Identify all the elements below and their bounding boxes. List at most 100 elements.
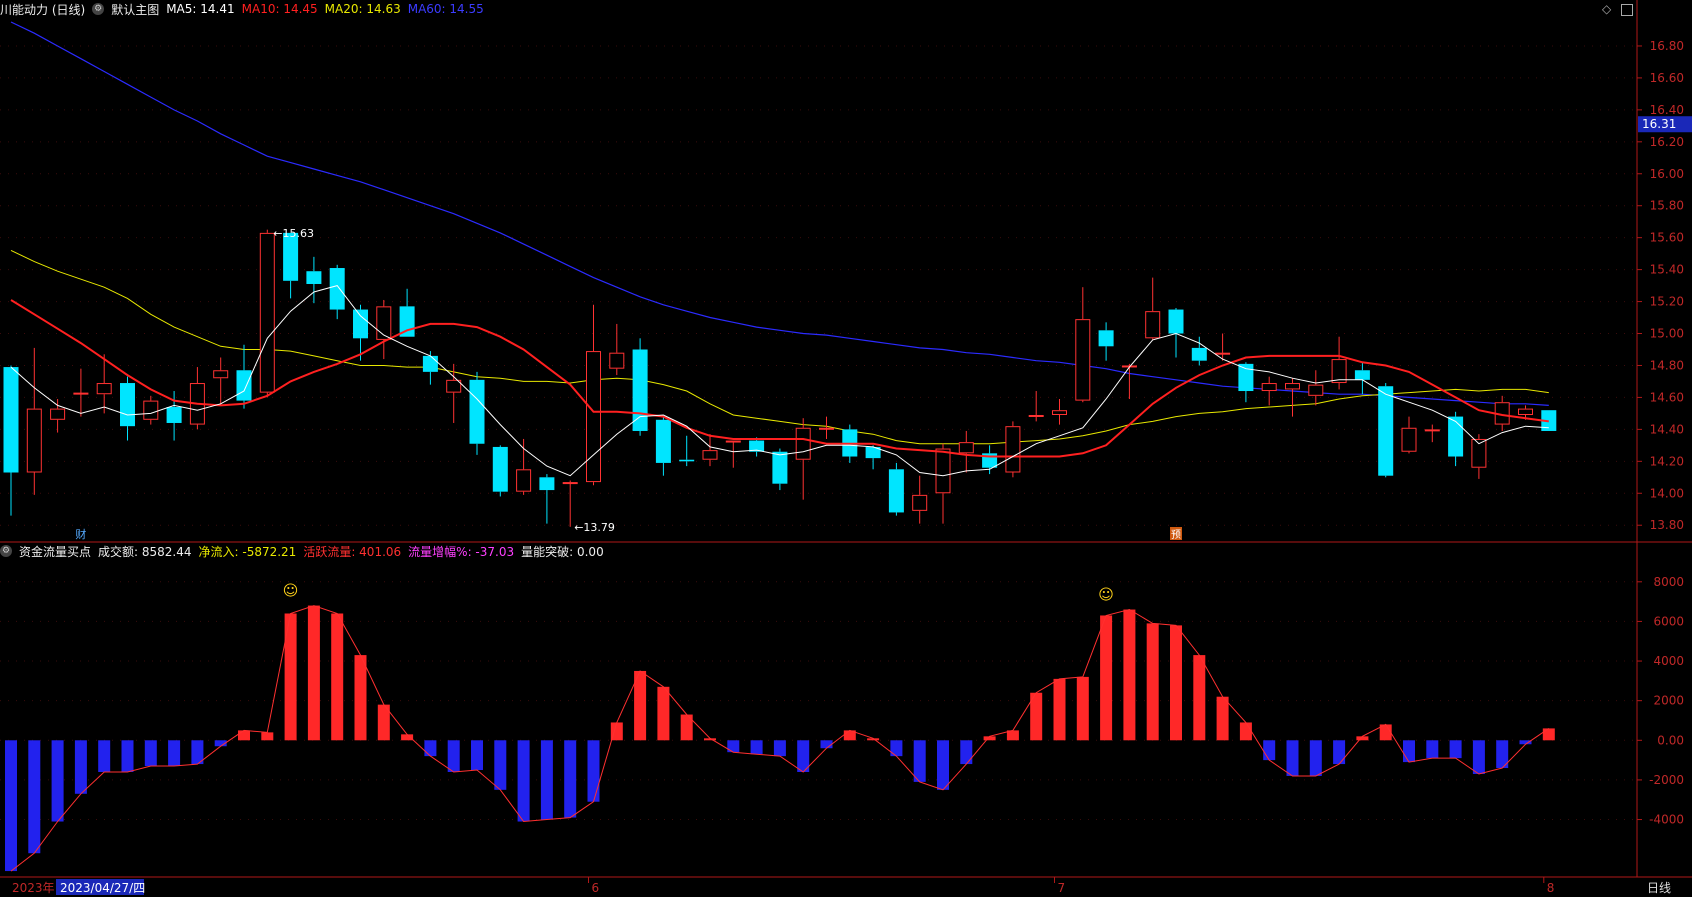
candle-body [562, 482, 578, 485]
volume-value: 成交额: 8582.44 [98, 544, 192, 559]
candle-body [1075, 319, 1091, 401]
candle-body [795, 427, 811, 460]
candle-body [609, 352, 625, 369]
candle-body [446, 379, 462, 393]
flow-bar [1333, 740, 1346, 765]
net-inflow-value: 净流入: -5872.21 [198, 544, 297, 559]
candle [492, 445, 508, 497]
candle [679, 435, 695, 467]
stock-title[interactable]: 川能动力 (日线) [0, 1, 85, 18]
candle-body [888, 469, 904, 513]
candle [1075, 287, 1091, 403]
flow-bar [1146, 623, 1159, 741]
candle [702, 434, 718, 467]
flow-bar [750, 740, 763, 755]
candle [73, 368, 89, 417]
financial-report-marker: 财 [75, 527, 86, 541]
candle-body [1285, 383, 1300, 390]
candle-body [655, 419, 671, 463]
flow-bar [1239, 722, 1252, 741]
candle-body [1238, 363, 1254, 392]
candle [958, 430, 974, 473]
candle [935, 443, 951, 524]
candle-body [1052, 410, 1067, 415]
flow-bar [960, 740, 973, 765]
candle-body [586, 351, 601, 483]
candle [749, 437, 765, 457]
maximize-icon[interactable] [1621, 4, 1634, 16]
flow-bar [540, 740, 553, 820]
flow-tick-label: -2000 [1649, 773, 1684, 787]
price-tick-label: 16.40 [1650, 103, 1684, 117]
candle [1121, 363, 1137, 400]
indicator-title[interactable]: 资金流量买点 [19, 543, 91, 560]
settings-gear-icon[interactable]: ⚙ [0, 545, 12, 557]
date-cursor-label: 2023/04/27/四 [60, 881, 145, 895]
indicator-legend: ⚙ 资金流量买点 成交额: 8582.44 净流入: -5872.21 活跃流量… [0, 542, 604, 560]
settings-gear-icon[interactable]: ⚙ [92, 3, 105, 15]
flow-tick-label: 2000 [1653, 694, 1684, 708]
candle-body [1261, 383, 1277, 392]
candle-body [725, 440, 741, 443]
candle [213, 357, 229, 406]
flow-tick-label: -4000 [1649, 813, 1684, 827]
candle-body [1098, 330, 1114, 347]
candle [819, 416, 834, 439]
price-tick-label: 14.20 [1650, 454, 1684, 468]
flow-bar [168, 740, 181, 767]
candle [1424, 424, 1440, 443]
candle [1308, 370, 1324, 406]
candle [1005, 421, 1021, 478]
forecast-marker: 预 [1171, 529, 1181, 541]
price-tick-label: 14.40 [1650, 422, 1684, 436]
flow-bar [238, 730, 250, 741]
candle [888, 462, 904, 516]
diamond-icon[interactable]: ◇ [1602, 2, 1611, 16]
stock-chart[interactable]: 16.80 16.60 16.40 16.20 16.00 15.80 15.60 15.40… [0, 0, 1692, 897]
price-tick-label: 15.20 [1650, 295, 1684, 309]
flow-bar [1542, 728, 1555, 741]
flow-bar [1100, 615, 1113, 741]
price-tick-label: 16.00 [1650, 167, 1684, 181]
flow-bar [773, 740, 786, 757]
candle [376, 299, 392, 360]
candle-body [632, 349, 648, 431]
candle [609, 323, 625, 376]
template-label[interactable]: 默认主图 [111, 1, 159, 18]
x-axis-year-label: 2023年 [12, 881, 55, 895]
candle-body [1354, 370, 1370, 380]
candle-body [1518, 408, 1533, 415]
price-tick-label: 13.80 [1650, 518, 1684, 532]
flow-bar [5, 740, 17, 872]
candle-body [236, 370, 252, 401]
smile-marker: ☺ [283, 582, 299, 600]
flow-bar [447, 740, 460, 772]
price-tick-label: 16.60 [1650, 71, 1684, 85]
candle-body [1168, 309, 1184, 334]
current-price-label: 16.31 [1642, 117, 1676, 131]
candle-body [539, 477, 555, 491]
candle-body [120, 383, 135, 427]
flow-bar [98, 740, 111, 772]
candle [795, 418, 811, 500]
active-flow-value: 活跃流量: 401.06 [303, 544, 402, 559]
candle [725, 440, 741, 468]
candle-body [143, 400, 159, 420]
price-tick-label: 15.60 [1650, 231, 1684, 245]
candle [1028, 391, 1044, 422]
flow-bar [51, 740, 64, 822]
candle-body [213, 370, 229, 379]
candle [120, 376, 135, 441]
flow-bar [1216, 696, 1229, 741]
flow-bar [1309, 740, 1322, 776]
candle-body [329, 268, 345, 310]
price-tick-label: 15.80 [1650, 199, 1684, 213]
flow-bar [1286, 740, 1299, 776]
flow-bar [937, 740, 949, 790]
period-label: 日线 [1647, 881, 1671, 895]
candle-body [259, 232, 275, 393]
candle-body [3, 367, 19, 473]
candle [1215, 333, 1231, 361]
flow-bar [28, 740, 41, 854]
flow-bar [1263, 740, 1276, 761]
